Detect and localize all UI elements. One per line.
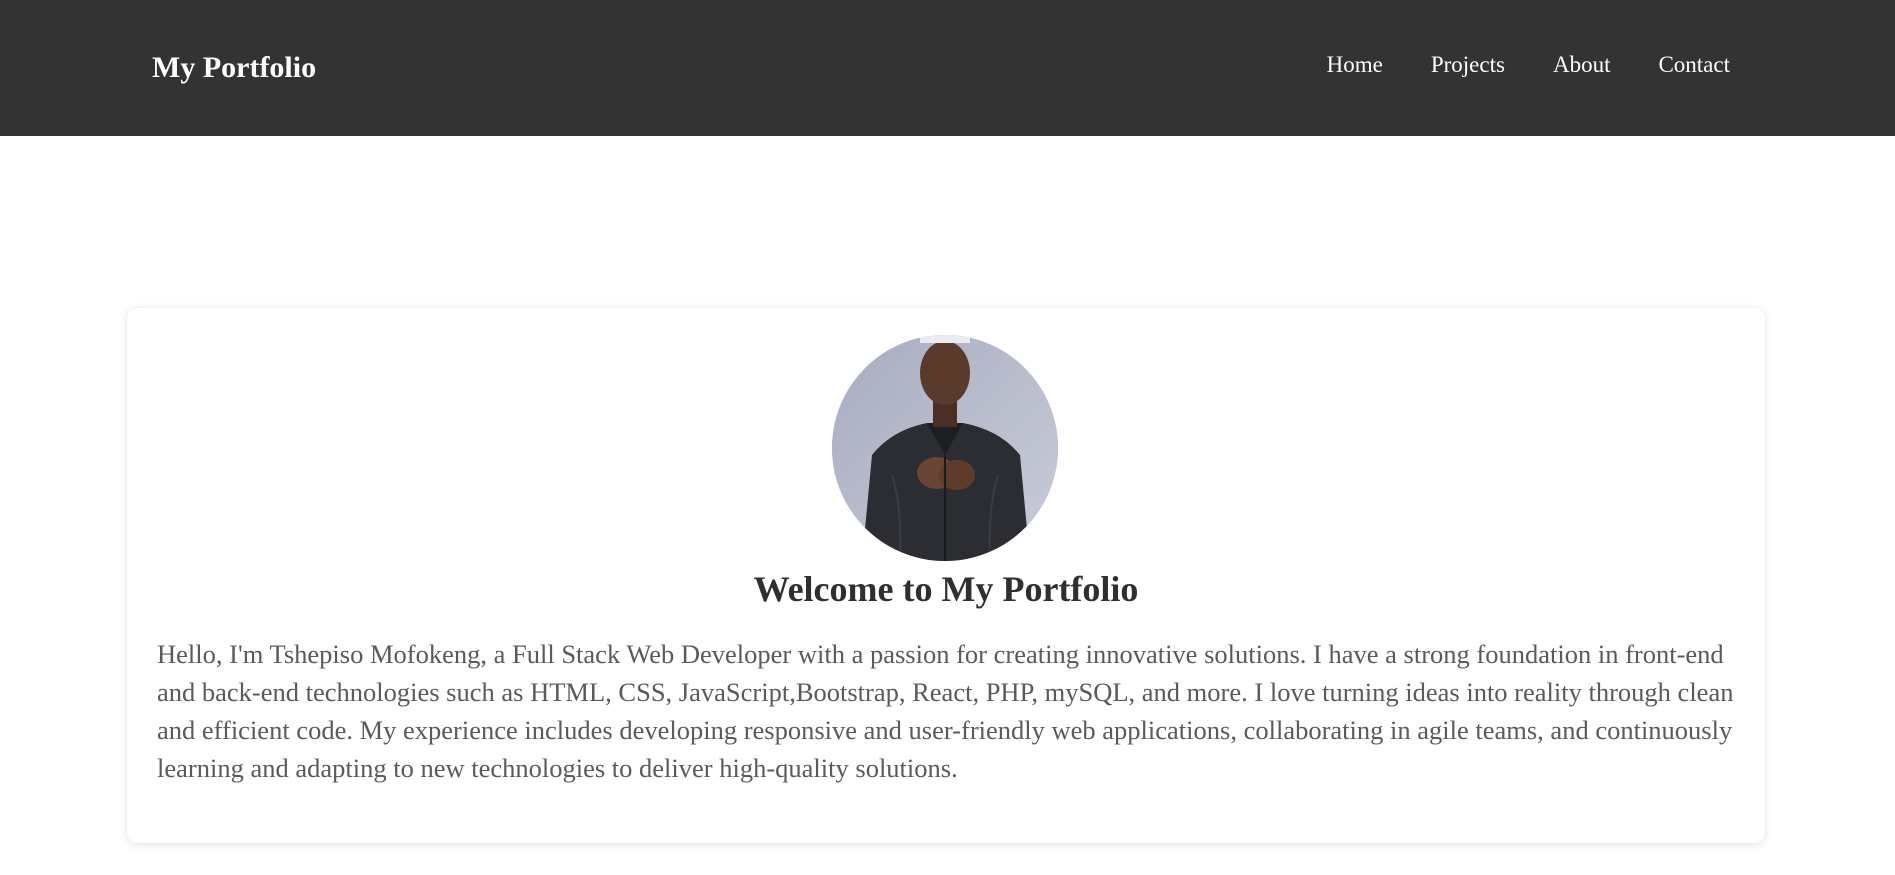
intro-paragraph: Hello, I'm Tshepiso Mofokeng, a Full Sta… xyxy=(157,639,1734,783)
welcome-title: Welcome to My Portfolio xyxy=(753,569,1139,609)
nav-link-projects[interactable]: Projects xyxy=(1431,48,1505,82)
nav-link-about[interactable]: About xyxy=(1553,48,1611,82)
nav-link-contact[interactable]: Contact xyxy=(1658,48,1730,82)
profile-photo-icon xyxy=(832,335,1058,561)
nav-links: Home Projects About Contact xyxy=(1327,48,1730,82)
welcome-card: Welcome to My Portfolio Hello, I'm Tshep… xyxy=(127,308,1765,843)
nav-link-home[interactable]: Home xyxy=(1327,48,1383,82)
profile-photo xyxy=(832,335,1058,561)
top-navbar: My Portfolio Home Projects About Contact xyxy=(0,0,1895,136)
site-brand[interactable]: My Portfolio xyxy=(152,48,316,88)
